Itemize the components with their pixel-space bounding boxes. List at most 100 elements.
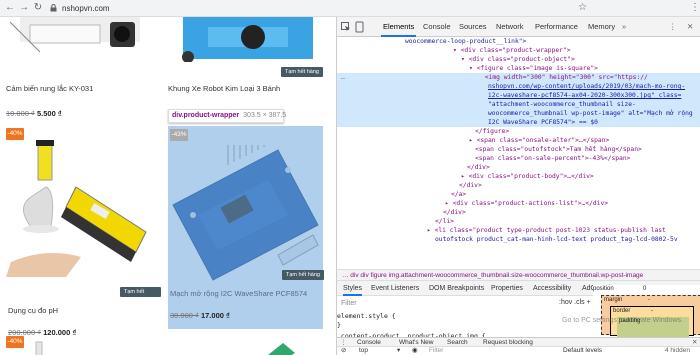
dom-line[interactable]: outofstock product_cat-man-hinh-lcd-text… <box>435 235 700 244</box>
back-arrow-icon[interactable]: ← <box>4 2 16 14</box>
eye-icon[interactable]: ◉ <box>412 347 418 355</box>
drawer-tab-request-blocking[interactable]: Request blocking <box>483 338 533 347</box>
device-toolbar-icon[interactable] <box>355 21 365 33</box>
close-icon[interactable]: ✕ <box>685 17 695 37</box>
drawer-tab-search[interactable]: Search <box>447 338 468 347</box>
tab-properties[interactable]: Properties <box>491 281 523 296</box>
margin-box: margin - border - padding <box>601 295 700 337</box>
product-card[interactable]: -40% <box>6 335 161 355</box>
style-rule-line: } <box>337 321 341 329</box>
dom-line[interactable]: ▸ <li class="product type-product post-1… <box>427 226 700 235</box>
bookmark-star-icon[interactable]: ☆ <box>578 2 587 13</box>
product-name[interactable]: Cảm biến rung lắc KY-031 <box>6 84 93 93</box>
tooltip-size: 303.5 × 387.5 <box>243 112 287 119</box>
reload-icon[interactable]: ↻ <box>32 2 44 14</box>
product-card[interactable]: -40% Tạm hết hàng Dụng cụ đo pH 200.000 … <box>6 127 161 337</box>
dom-line[interactable]: </a> <box>451 190 700 199</box>
dom-line-selected[interactable]: woocommerce_thumbnail wp-post-image" alt… <box>337 109 700 118</box>
tab-console[interactable]: Console <box>421 17 453 37</box>
inspected-element-highlight <box>168 126 323 329</box>
dom-line-selected[interactable]: i2c-waveshare-pcf8574-ax04-2020-300x300.… <box>337 91 700 100</box>
breadcrumb[interactable]: … div div figure img.attachment-woocomme… <box>337 269 700 281</box>
product-image <box>182 17 313 62</box>
tab-styles[interactable]: Styles <box>343 281 363 296</box>
devtools-panel: Elements Console Sources Network Perform… <box>336 17 700 355</box>
close-drawer-icon[interactable]: ✕ <box>692 338 697 347</box>
dom-tree: woocommerce-loop-product__link"> ▾ <div … <box>337 37 700 268</box>
product-name[interactable]: Dụng cụ đo pH <box>8 306 58 315</box>
product-image <box>6 140 147 277</box>
log-levels-select[interactable]: Default levels <box>563 347 602 355</box>
tab-sources[interactable]: Sources <box>457 17 489 37</box>
browser-menu-icon[interactable]: ⋮ <box>690 2 700 13</box>
context-dropdown-icon[interactable]: ▾ <box>397 347 400 355</box>
dom-line[interactable]: ▾ <div class="product-object"> <box>461 55 700 64</box>
lock-icon <box>50 4 57 12</box>
drawer-tab-whats-new[interactable]: What's New <box>399 338 433 347</box>
out-of-stock-badge: Tạm hết hàng <box>120 287 161 305</box>
dom-line-selected[interactable]: … <img width="300" height="300" src="http… <box>337 73 700 82</box>
settings-icon[interactable]: ⋮ <box>667 17 679 37</box>
tab-dom-breakpoints[interactable]: DOM Breakpoints <box>429 281 484 296</box>
tab-event-listeners[interactable]: Event Listeners <box>371 281 419 296</box>
dom-line[interactable]: woocommerce-loop-product__link"> <box>405 37 700 46</box>
windows-activation-watermark: Go to PC settings to activate Windows. <box>562 317 683 324</box>
product-name[interactable]: Mạch mở rộng I2C WaveShare PCF8574 <box>170 289 307 298</box>
product-name[interactable]: Khung Xe Robot Kim Loại 3 Bánh <box>168 84 280 93</box>
clear-console-icon[interactable]: ⊘ <box>341 347 346 355</box>
console-drawer: ⋮ Console What's New Search Request bloc… <box>337 337 700 355</box>
context-select[interactable]: top <box>359 347 368 355</box>
product-card[interactable]: Cảm biến rung lắc KY-031 10.000 ₫ 5.500 … <box>6 17 161 127</box>
element-inspect-tooltip: div.product-wrapper 303.5 × 387.5 <box>168 109 287 123</box>
forward-arrow-icon[interactable]: → <box>18 2 30 14</box>
dom-line[interactable]: </figure> <box>475 127 700 136</box>
dom-line[interactable]: ▾ <figure class="image is-square"> <box>469 64 700 73</box>
dom-line[interactable]: <span class="outofstock">Tạm hết hàng</s… <box>475 145 700 154</box>
browser-toolbar: ← → ↻ nshopvn.com ☆ ⋮ <box>0 0 700 17</box>
tab-accessibility[interactable]: Accessibility <box>533 281 571 296</box>
box-position-value: 0 <box>643 286 647 292</box>
drawer-menu-icon[interactable]: ⋮ <box>340 338 347 347</box>
dom-line[interactable]: ▸ <span class="onsale-alter">…</span> <box>469 136 700 145</box>
dom-line-selected[interactable]: nshopvn.com/wp-content/uploads/2019/03/m… <box>337 82 700 91</box>
product-image <box>268 343 295 355</box>
dom-line[interactable]: </div> <box>467 163 700 172</box>
sale-badge: -43% <box>170 129 188 141</box>
tab-memory[interactable]: Memory <box>586 17 617 37</box>
dom-line[interactable]: ▾ <div class="product-wrapper"> <box>453 46 700 55</box>
box-model-diagram: position 0 margin - border - padding <box>593 285 700 337</box>
product-price: 30.000 ₫ 17.000 ₫ <box>170 311 230 320</box>
product-image <box>35 341 43 355</box>
dom-line[interactable]: ▸ <div class="product-actions-list">…</d… <box>445 199 700 208</box>
devtools-tab-bar: Elements Console Sources Network Perform… <box>337 17 700 37</box>
styles-pane: element.style { } .content-product .prod… <box>337 312 591 340</box>
drawer-tab-bar: ⋮ Console What's New Search Request bloc… <box>337 337 700 347</box>
hov-cls-toggles[interactable]: :hov .cls + <box>559 299 591 306</box>
address-bar[interactable]: nshopvn.com <box>62 4 110 13</box>
dom-line[interactable]: </li> <box>435 217 700 226</box>
box-position-label: position <box>593 286 614 292</box>
sale-badge: -40% <box>6 336 24 348</box>
tab-performance[interactable]: Performance <box>533 17 580 37</box>
console-toolbar: ⊘ top ▾ ◉ Filter Default levels 4 hidden <box>337 347 700 355</box>
more-tabs-icon[interactable]: » <box>620 17 628 37</box>
style-rule-line[interactable]: element.style { <box>337 312 591 321</box>
product-price: 10.000 ₫ 5.500 ₫ <box>6 109 62 118</box>
drawer-tab-console[interactable]: Console <box>357 338 381 347</box>
tab-network[interactable]: Network <box>494 17 526 37</box>
out-of-stock-badge: Tạm hết hàng <box>282 270 324 280</box>
tab-elements[interactable]: Elements <box>381 17 417 37</box>
product-card[interactable] <box>168 335 323 355</box>
dom-line[interactable]: </div> <box>459 181 700 190</box>
dom-line-selected[interactable]: I2C WaveShare PCF8574"> == $0 <box>337 118 700 127</box>
styles-filter-input[interactable]: Filter <box>341 300 541 310</box>
dom-line[interactable]: <span class="on-sale-percent">-43%</span… <box>475 154 700 163</box>
inspect-element-icon[interactable] <box>341 22 351 32</box>
dom-line[interactable]: </div> <box>443 208 700 217</box>
dom-line-selected[interactable]: "attachment-woocommerce_thumbnail size- <box>337 100 700 109</box>
dom-line[interactable]: ▸ <div class="product-body">…</div> <box>461 172 700 181</box>
console-filter-input[interactable]: Filter <box>429 347 443 355</box>
tooltip-selector: div.product-wrapper <box>172 112 240 119</box>
hidden-count: 4 hidden <box>665 347 690 354</box>
product-image <box>10 17 140 53</box>
